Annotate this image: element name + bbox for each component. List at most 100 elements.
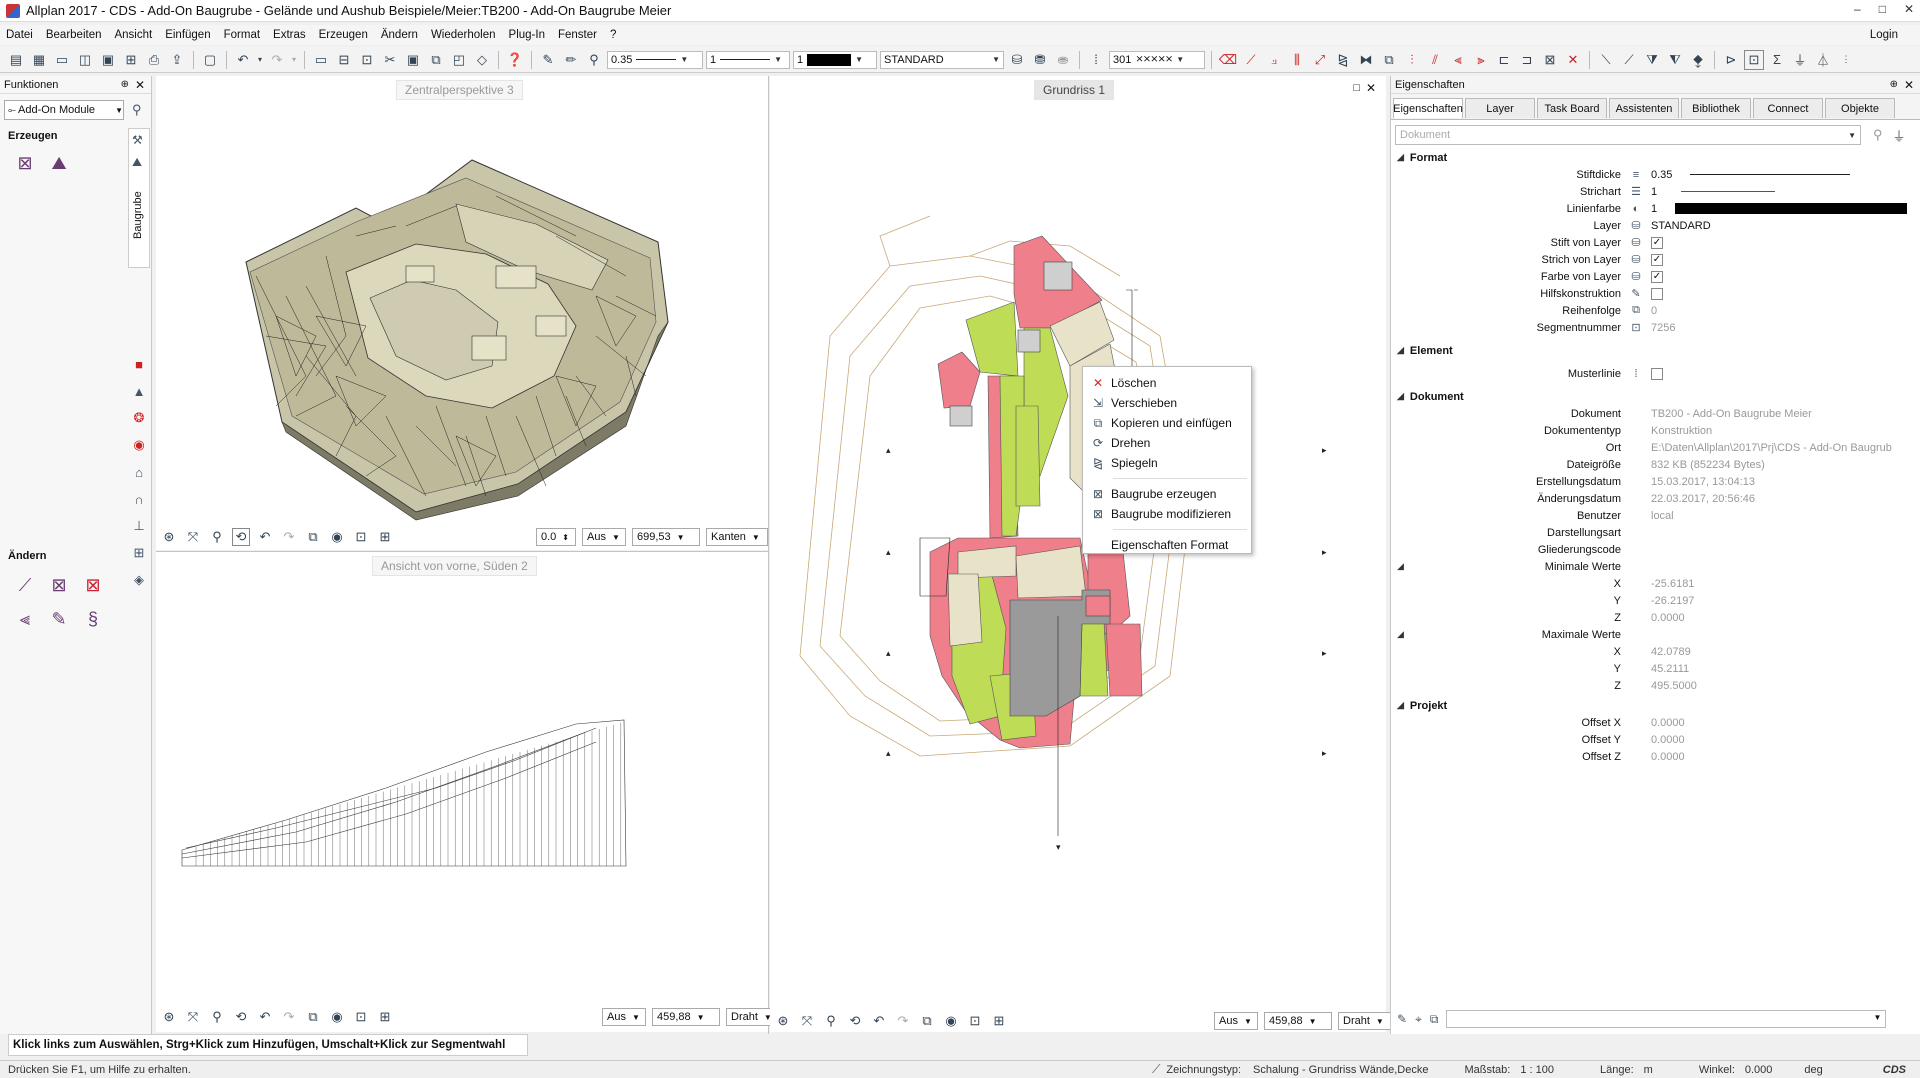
musterlinie-checkbox[interactable] — [1651, 367, 1663, 380]
view-grid-icon[interactable]: ⊞ — [376, 1009, 394, 1025]
view-store-icon[interactable]: ⧉ — [918, 1013, 936, 1029]
navigation-mode-icon[interactable]: ⟲ — [232, 1009, 250, 1025]
select-filter-icon[interactable]: ⊳ — [1721, 50, 1741, 70]
clipping-select[interactable]: Aus ▼ — [1214, 1012, 1258, 1030]
length-unit[interactable]: m — [1644, 1064, 1653, 1076]
menu-format[interactable]: Format — [224, 29, 260, 41]
view-grid-icon[interactable]: ⊞ — [990, 1013, 1008, 1029]
ctx-copy-paste[interactable]: ⧉ Kopieren und einfügen — [1083, 413, 1251, 433]
palette-tool-1-icon[interactable]: ■ — [131, 356, 147, 372]
farbe-von-layer-checkbox[interactable]: ✓ — [1651, 270, 1663, 283]
delete-segment-icon[interactable]: ⟋ — [1241, 50, 1261, 70]
filter-icon[interactable]: ⧩ — [1642, 50, 1662, 70]
ctx-pit-create[interactable]: ⊠ Baugrube erzeugen — [1083, 484, 1251, 504]
pattern-select[interactable]: 301 ⨯⨯⨯⨯⨯ ▼ — [1109, 50, 1205, 69]
render-mode-select[interactable]: Draht ▼ — [1338, 1012, 1394, 1030]
offset-slope-tool-icon[interactable]: ⫷ — [12, 606, 38, 632]
maximize-button[interactable]: □ — [1879, 2, 1886, 16]
section-format[interactable]: ◢ Format — [1391, 149, 1920, 166]
section-project[interactable]: ◢ Projekt — [1391, 697, 1920, 714]
ctx-format-properties[interactable]: Eigenschaften Format — [1083, 535, 1251, 555]
navigation-mode-icon[interactable]: ⟲ — [232, 528, 250, 546]
pin-icon[interactable]: ⊕ — [121, 79, 129, 90]
plan-icon[interactable]: ◫ — [75, 50, 95, 70]
overflow-icon[interactable]: ⋮ — [1836, 50, 1856, 70]
zoom-icon[interactable]: ⚲ — [822, 1013, 840, 1029]
sum-icon[interactable]: Σ — [1767, 50, 1787, 70]
filter-icon[interactable]: ⏚ — [1893, 126, 1906, 145]
close-icon[interactable]: ✕ — [1904, 78, 1914, 92]
layout-icon[interactable]: ⊞ — [121, 50, 141, 70]
terrain-create-tool-icon[interactable]: ⛰ — [46, 150, 72, 176]
dimension-icon[interactable]: ⟋ — [1619, 50, 1639, 70]
palette-tool-9-icon[interactable]: ◈ — [131, 572, 147, 588]
undo-icon[interactable]: ↶ — [233, 50, 253, 70]
measure-icon[interactable]: ▭ — [311, 50, 331, 70]
palette-tool-8-icon[interactable]: ⊞ — [131, 545, 147, 561]
angle-field[interactable]: 0.0 ⬍ — [536, 528, 576, 546]
menu-wiederholen[interactable]: Wiederholen — [431, 29, 496, 41]
palette-tool-5-icon[interactable]: ⌂ — [131, 464, 147, 480]
layer-visibility-icon[interactable]: ⛃ — [1030, 50, 1050, 70]
view-redo-icon[interactable]: ↷ — [280, 529, 298, 545]
project-icon[interactable]: ▤ — [6, 50, 26, 70]
minimize-button[interactable]: – — [1854, 2, 1861, 16]
ctx-rotate[interactable]: ⟳ Drehen — [1083, 433, 1251, 453]
zoom-all-icon[interactable]: ⊛ — [160, 1009, 178, 1025]
pin-icon[interactable]: ⊕ — [1890, 79, 1898, 90]
frame-icon[interactable]: ▢ — [200, 50, 220, 70]
pipette-icon[interactable]: ✎ — [1397, 1012, 1407, 1026]
ctx-pit-modify[interactable]: ⊠ Baugrube modifizieren — [1083, 504, 1251, 524]
stift-von-layer-checkbox[interactable]: ✓ — [1651, 236, 1663, 249]
section-element[interactable]: ◢ Element — [1391, 342, 1920, 359]
ctx-delete[interactable]: ✕ Löschen — [1083, 373, 1251, 393]
drawing-files-icon[interactable]: ▦ — [29, 50, 49, 70]
join-icon[interactable]: ⊏ — [1494, 50, 1514, 70]
zoom-window-icon[interactable]: ⤧ — [184, 529, 202, 545]
view-eye-icon[interactable]: ◉ — [328, 1009, 346, 1025]
split-icon[interactable]: ⫼ — [1287, 50, 1307, 70]
print-icon[interactable]: ⎙ — [144, 50, 164, 70]
prop-segmentnummer[interactable]: Segmentnummer ⊡ 7256 — [1391, 319, 1920, 336]
menu-erzeugen[interactable]: Erzeugen — [319, 29, 368, 41]
copy-icon[interactable]: ⧉ — [1379, 50, 1399, 70]
help-icon[interactable]: ❓ — [505, 50, 525, 70]
pit-create-tool-icon[interactable]: ⊠ — [12, 150, 38, 176]
filter-layer-icon[interactable]: ⧨ — [1665, 50, 1685, 70]
menu-aendern[interactable]: Ändern — [381, 29, 418, 41]
line-type-select[interactable]: 1 ▼ — [706, 50, 790, 69]
measure-line-icon[interactable]: ⟍ — [1596, 50, 1616, 70]
section-tool-icon[interactable]: § — [80, 606, 106, 632]
viewport-floorplan[interactable]: Grundriss 1 □ ✕ ▴ ▴ ▴ ▴ ▸ ▸ ▸ ▸ ▾ ⊛ ⤧ ⚲ … — [770, 76, 1394, 1032]
viewport-elevation[interactable]: Ansicht von vorne, Süden 2 ⊛ ⤧ ⚲ ⟲ ↶ ↷ ⧉… — [156, 552, 782, 1032]
menu-fenster[interactable]: Fenster — [558, 29, 597, 41]
parallel-icon[interactable]: ⫽ — [1425, 50, 1445, 70]
tab-connect[interactable]: Connect — [1753, 98, 1823, 118]
element-info-icon[interactable]: ⊠ — [1540, 50, 1560, 70]
palette-tool-7-icon[interactable]: ⊥ — [131, 518, 147, 534]
prop-reihenfolge[interactable]: Reihenfolge ⧉ 0 — [1391, 302, 1920, 319]
pencil-icon[interactable]: ✏ — [561, 50, 581, 70]
tab-task-board[interactable]: Task Board — [1537, 98, 1607, 118]
align-icon[interactable]: ⫶ — [1402, 50, 1422, 70]
palette-tool-3-icon[interactable]: ❂ — [131, 410, 147, 426]
favorites-icon[interactable]: ⧉ — [1430, 1012, 1439, 1027]
ctx-move[interactable]: ⇲ Verschieben — [1083, 393, 1251, 413]
view-grid-icon[interactable]: ⊞ — [376, 529, 394, 545]
open-icon[interactable]: ▭ — [52, 50, 72, 70]
3d-view-icon[interactable]: ◇ — [472, 50, 492, 70]
object-type-select[interactable]: Dokument ▼ — [1395, 125, 1861, 145]
angle-unit[interactable]: deg — [1804, 1064, 1822, 1076]
prop-musterlinie[interactable]: Musterlinie ⁞ — [1391, 365, 1920, 382]
prop-strich-von-layer[interactable]: Strich von Layer ⛁ ✓ — [1391, 251, 1920, 268]
prop-min-values[interactable]: ◢ Minimale Werte — [1391, 558, 1920, 575]
screen-icon[interactable]: ▣ — [403, 50, 423, 70]
edit-surface-tool-icon[interactable]: ✎ — [46, 606, 72, 632]
window-icon[interactable]: ⧉ — [426, 50, 446, 70]
view-undo-icon[interactable]: ↶ — [256, 529, 274, 545]
view-frame-icon[interactable]: ⊡ — [352, 529, 370, 545]
eraser-icon[interactable]: ⌫ — [1218, 50, 1238, 70]
menu-ansicht[interactable]: Ansicht — [114, 29, 152, 41]
line-color-select[interactable]: 1 ▼ — [793, 50, 877, 69]
menu-datei[interactable]: Datei — [6, 29, 33, 41]
